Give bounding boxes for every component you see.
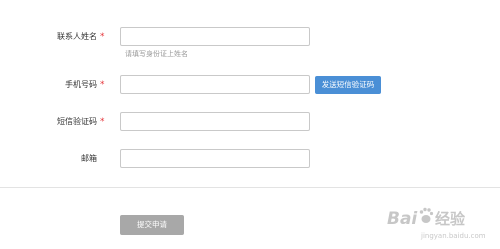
- svg-text:jingyan.baidu.com: jingyan.baidu.com: [420, 232, 486, 240]
- required-star: *: [100, 117, 105, 127]
- required-star: *: [100, 32, 105, 42]
- contact-name-label: 联系人姓名: [57, 32, 97, 41]
- email-label: 邮箱: [81, 154, 97, 163]
- send-sms-code-button[interactable]: 发送短信验证码: [315, 76, 381, 94]
- contact-name-input[interactable]: [120, 27, 310, 46]
- svg-text:Bai: Bai: [387, 209, 418, 229]
- phone-label: 手机号码: [65, 80, 97, 89]
- form-divider: [0, 187, 500, 188]
- contact-name-hint: 请填写身份证上姓名: [125, 50, 188, 58]
- sms-code-input[interactable]: [120, 112, 310, 131]
- paw-icon: [419, 207, 434, 223]
- required-star: *: [100, 80, 105, 90]
- phone-input[interactable]: [120, 75, 310, 94]
- svg-text:经验: 经验: [435, 210, 466, 228]
- sms-code-label: 短信验证码: [57, 117, 97, 126]
- baidu-jingyan-watermark: Bai 经验 jingyan.baidu.com: [387, 207, 486, 240]
- submit-application-button[interactable]: 提交申请: [120, 215, 184, 235]
- email-input[interactable]: [120, 149, 310, 168]
